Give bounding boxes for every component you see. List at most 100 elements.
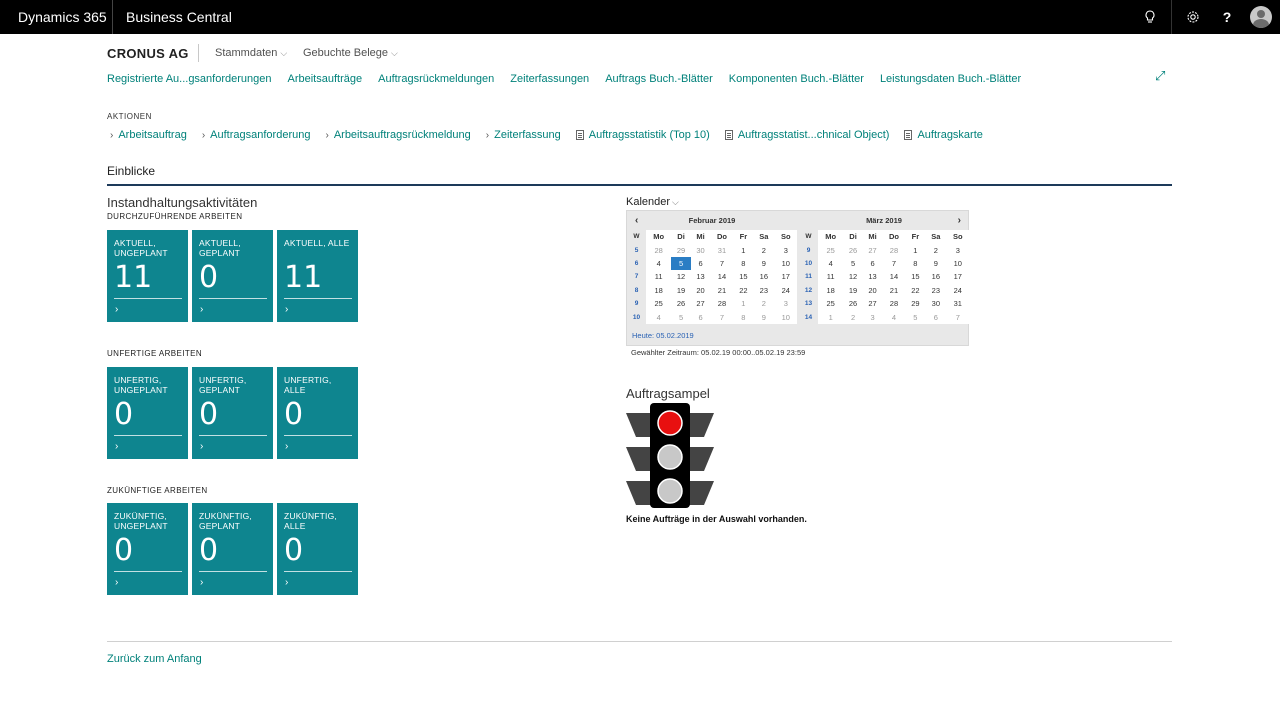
tile-zukuenftig-ungeplant[interactable]: ZUKÜNFTIG, UNGEPLANT 0 ›	[107, 503, 188, 595]
action-arbeitsauftragsrueckmeldung[interactable]: › Arbeitsauftragsrückmeldung	[325, 129, 470, 141]
calendar-day[interactable]: 5	[671, 256, 691, 271]
week-number[interactable]: 14	[799, 310, 818, 324]
calendar-day[interactable]: 31	[947, 297, 969, 310]
calendar-day[interactable]: 24	[947, 284, 969, 297]
calendar-day[interactable]: 23	[753, 284, 774, 297]
calendar-day[interactable]: 15	[734, 270, 753, 283]
calendar-day[interactable]: 1	[734, 243, 753, 256]
calendar-day[interactable]: 20	[691, 284, 710, 297]
company-name[interactable]: CRONUS AG	[107, 46, 189, 61]
calendar-day[interactable]: 7	[882, 257, 905, 270]
calendar-day[interactable]: 30	[925, 297, 946, 310]
calendar-day[interactable]: 27	[863, 297, 882, 310]
calendar-day[interactable]: 5	[906, 310, 925, 323]
chevron-right-icon[interactable]: ›	[958, 211, 961, 230]
calendar-day[interactable]: 22	[906, 284, 925, 297]
calendar-day[interactable]: 9	[925, 257, 946, 270]
calendar-day[interactable]: 15	[906, 270, 925, 283]
calendar-day[interactable]: 12	[843, 270, 862, 283]
menu-gebuchte-belege[interactable]: Gebuchte Belege ⌵	[303, 47, 398, 59]
calendar-title[interactable]: Kalender ⌵	[626, 196, 679, 208]
calendar-day[interactable]: 14	[710, 270, 733, 283]
calendar-day[interactable]: 8	[734, 257, 753, 270]
calendar-day[interactable]: 1	[818, 310, 843, 323]
tile-aktuell-alle[interactable]: AKTUELL, ALLE 11 ›	[277, 230, 358, 322]
calendar-day[interactable]: 31	[710, 243, 733, 256]
calendar-day[interactable]: 28	[882, 243, 905, 256]
expand-icon[interactable]: ⤢	[1155, 68, 1165, 84]
calendar-day[interactable]: 10	[775, 257, 797, 270]
calendar-day[interactable]: 27	[691, 297, 710, 310]
insights-heading[interactable]: Einblicke	[107, 164, 155, 178]
calendar-day[interactable]: 24	[775, 284, 797, 297]
calendar-day[interactable]: 6	[925, 310, 946, 323]
calendar-day[interactable]: 18	[646, 284, 671, 297]
action-zeiterfassung[interactable]: › Zeiterfassung	[486, 129, 561, 141]
calendar-day[interactable]: 4	[882, 310, 905, 323]
nav-link-registrierte[interactable]: Registrierte Au...gsanforderungen	[107, 73, 272, 85]
week-number[interactable]: 9	[799, 243, 818, 257]
gear-icon[interactable]	[1176, 0, 1210, 34]
calendar-day[interactable]: 30	[691, 243, 710, 256]
calendar-day[interactable]: 3	[775, 243, 797, 256]
calendar-day[interactable]: 4	[646, 310, 671, 323]
week-number[interactable]: 10	[799, 256, 818, 271]
back-to-top-link[interactable]: Zurück zum Anfang	[107, 653, 202, 665]
calendar-day[interactable]: 21	[882, 284, 905, 297]
tile-aktuell-geplant[interactable]: AKTUELL, GEPLANT 0 ›	[192, 230, 273, 322]
action-auftragskarte[interactable]: Auftragskarte	[904, 129, 983, 141]
tile-unfertig-geplant[interactable]: UNFERTIG, GEPLANT 0 ›	[192, 367, 273, 459]
week-number[interactable]: 12	[799, 283, 818, 297]
calendar-day[interactable]: 29	[906, 297, 925, 310]
calendar-day[interactable]: 3	[775, 297, 797, 310]
calendar-day[interactable]: 13	[691, 270, 710, 283]
calendar-day[interactable]: 2	[753, 243, 774, 256]
calendar-day[interactable]: 28	[710, 297, 733, 310]
calendar-day[interactable]: 21	[710, 284, 733, 297]
week-number[interactable]: 7	[627, 270, 646, 284]
week-number[interactable]: 6	[627, 256, 646, 271]
calendar-day[interactable]: 23	[925, 284, 946, 297]
calendar-day[interactable]: 25	[646, 297, 671, 310]
product-name[interactable]: Business Central	[113, 9, 232, 25]
week-number[interactable]: 10	[627, 310, 646, 324]
calendar-day[interactable]: 7	[710, 310, 733, 323]
calendar-day[interactable]: 1	[906, 243, 925, 256]
calendar-day[interactable]: 5	[843, 257, 862, 270]
avatar[interactable]	[1250, 6, 1272, 28]
action-auftragsstatistik-technical-object[interactable]: Auftragsstatist...chnical Object)	[724, 129, 889, 141]
calendar-today-link[interactable]: Heute: 05.02.2019	[632, 331, 694, 340]
week-number[interactable]: 9	[627, 296, 646, 311]
calendar-day[interactable]: 7	[710, 257, 733, 270]
calendar-day[interactable]: 6	[691, 310, 710, 323]
nav-link-arbeitsauftraege[interactable]: Arbeitsaufträge	[288, 73, 363, 85]
week-number[interactable]: 8	[627, 283, 646, 297]
calendar-day[interactable]: 12	[671, 270, 690, 283]
tile-unfertig-alle[interactable]: UNFERTIG, ALLE 0 ›	[277, 367, 358, 459]
menu-stammdaten[interactable]: Stammdaten ⌵	[215, 47, 287, 59]
calendar-day[interactable]: 17	[775, 270, 797, 283]
week-number[interactable]: 5	[627, 243, 646, 257]
action-arbeitsauftrag[interactable]: › Arbeitsauftrag	[110, 129, 187, 141]
calendar-day[interactable]: 25	[818, 243, 843, 256]
calendar-day[interactable]: 28	[646, 243, 671, 256]
calendar-day[interactable]: 16	[753, 270, 774, 283]
calendar-day[interactable]: 11	[818, 270, 843, 283]
calendar-day[interactable]: 3	[947, 243, 969, 256]
calendar-day[interactable]: 26	[671, 297, 690, 310]
calendar-day[interactable]: 28	[882, 297, 905, 310]
calendar-day[interactable]: 8	[734, 310, 753, 323]
calendar-day[interactable]: 9	[753, 257, 774, 270]
nav-link-auftrags-buch[interactable]: Auftrags Buch.-Blätter	[605, 73, 713, 85]
calendar-day[interactable]: 10	[775, 310, 797, 323]
calendar-day[interactable]: 26	[843, 297, 862, 310]
calendar-day[interactable]: 2	[843, 310, 862, 323]
action-auftragsanforderung[interactable]: › Auftragsanforderung	[202, 129, 311, 141]
calendar-day[interactable]: 16	[925, 270, 946, 283]
calendar-day[interactable]: 17	[947, 270, 969, 283]
calendar-day[interactable]: 6	[691, 257, 710, 270]
nav-link-auftragsrueckmeldungen[interactable]: Auftragsrückmeldungen	[378, 73, 494, 85]
week-number[interactable]: 11	[799, 270, 818, 284]
calendar-day[interactable]: 5	[671, 310, 690, 323]
calendar-day[interactable]: 20	[863, 284, 882, 297]
